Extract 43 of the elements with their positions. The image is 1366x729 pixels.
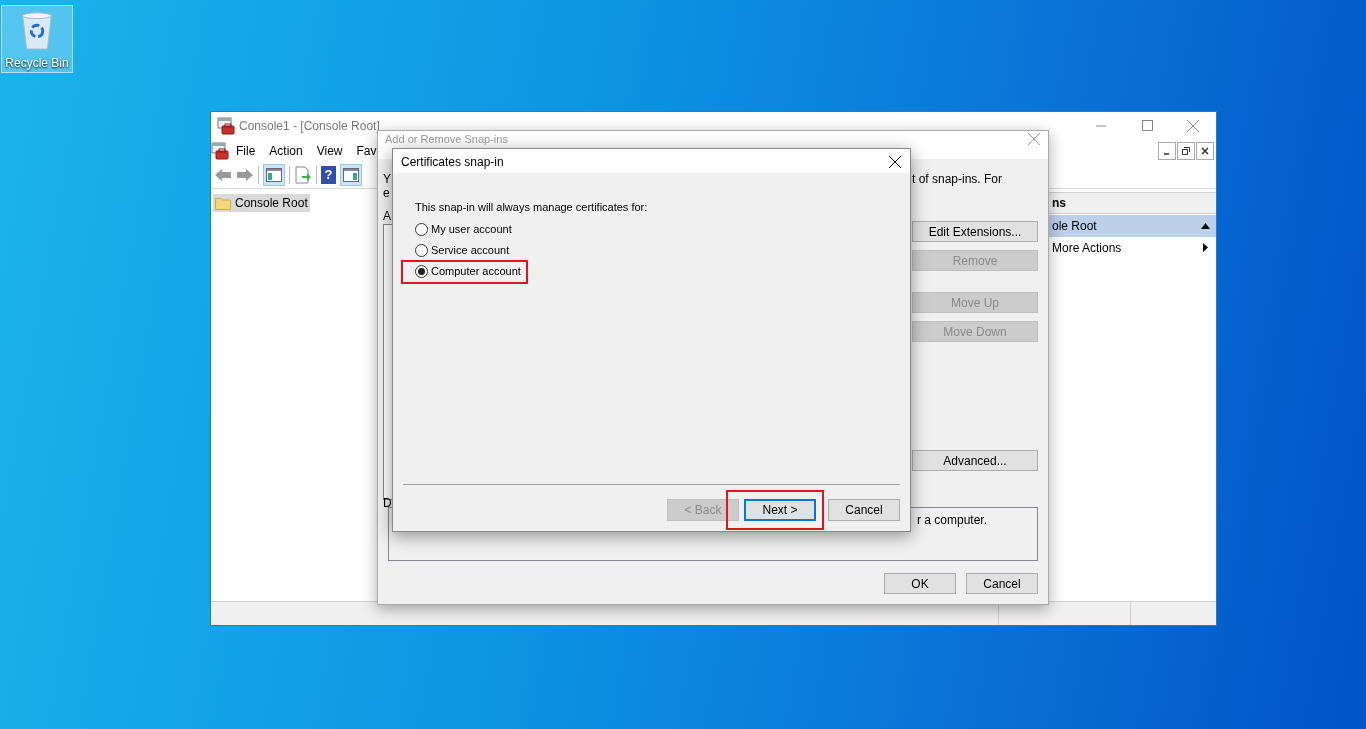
dialog-button[interactable]: Edit Extensions... [912, 221, 1038, 242]
radio-button[interactable] [415, 265, 428, 278]
description-label: D [383, 496, 392, 510]
radio-button[interactable] [415, 244, 428, 257]
radio-option[interactable]: Computer account [415, 263, 521, 280]
close-icon[interactable] [889, 155, 901, 168]
tree-pane-icon[interactable] [263, 164, 285, 186]
menu-item[interactable]: View [309, 141, 350, 160]
export-list-icon[interactable] [294, 166, 312, 184]
description-text: r a computer. [917, 513, 988, 527]
dialog-title: Add or Remove Snap-ins [385, 133, 508, 146]
prompt-text: This snap-in will always manage certificates for: [415, 200, 649, 215]
restore-icon[interactable] [1177, 141, 1195, 160]
radio-option[interactable]: Service account [415, 242, 510, 259]
tree-item[interactable]: Console Root [213, 194, 310, 212]
radio-option[interactable]: My user account [415, 221, 512, 238]
forward-arrow-icon[interactable] [236, 168, 254, 182]
dialog-button[interactable]: Advanced... [912, 450, 1038, 471]
actions-item[interactable]: More Actions [1040, 237, 1216, 258]
intro-text: t of snap-ins. For [912, 172, 1004, 186]
intro-text: e [383, 186, 391, 200]
recycle-bin-icon [19, 10, 55, 50]
dialog-button[interactable]: Cancel [966, 573, 1038, 594]
wizard-button[interactable]: Next > [744, 499, 816, 521]
help-icon[interactable]: ? [321, 166, 336, 184]
dialog-button[interactable]: OK [884, 573, 956, 594]
close-icon[interactable] [1196, 141, 1214, 160]
back-arrow-icon[interactable] [214, 168, 232, 182]
toolbox-icon [217, 116, 235, 135]
menu-item[interactable]: Action [262, 141, 310, 160]
radio-button[interactable] [415, 223, 428, 236]
dialog-title: Certificates snap-in [401, 153, 504, 171]
window-title: Console1 - [Console Root] [239, 117, 380, 135]
minimize-icon[interactable] [1158, 141, 1176, 160]
icon-label: Recycle Bin [5, 55, 69, 72]
submenu-arrow-icon [1203, 243, 1208, 252]
collapse-icon[interactable] [1201, 223, 1210, 229]
folder-icon [215, 196, 231, 210]
wizard-button[interactable]: Cancel [828, 499, 900, 521]
toolbox-icon [211, 141, 229, 160]
menu-item[interactable]: File [229, 141, 263, 160]
action-pane-icon[interactable] [340, 164, 362, 186]
intro-text: Y [383, 172, 392, 186]
